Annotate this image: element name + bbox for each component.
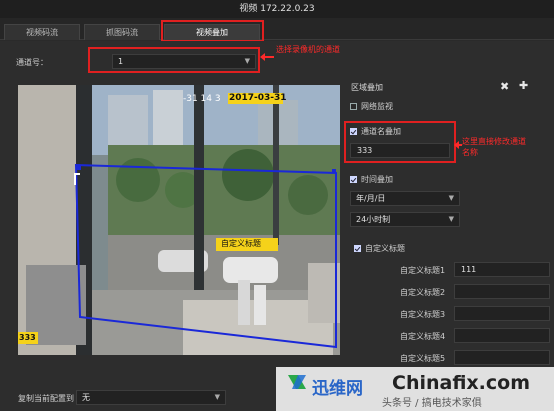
chevron-down-icon: ▼: [214, 393, 220, 401]
window-title: 视频 172.22.0.23: [0, 0, 554, 18]
time-format-value: 24小时制: [356, 215, 391, 224]
channel-name-label: 通道名叠加: [361, 127, 401, 136]
chevron-down-icon: ▼: [448, 215, 454, 223]
custom-title-checkbox[interactable]: [354, 245, 361, 252]
time-overlay-checkbox[interactable]: [350, 176, 357, 183]
tab-bar: 视频码流 抓图码流 视频叠加: [0, 18, 554, 40]
camera-scene-image: [18, 85, 340, 355]
custom-title-4-label: 自定义标题4: [400, 332, 446, 341]
chevron-down-icon: ▼: [448, 194, 454, 202]
channel-name-input[interactable]: 333: [350, 143, 450, 158]
channel-name-overlay[interactable]: 333: [19, 333, 36, 342]
date-format-select[interactable]: 年/月/日 ▼: [350, 191, 460, 206]
custom-title-2-input[interactable]: [454, 284, 550, 299]
video-preview: -31 14 3 2017-03-31 自定义标题 333: [18, 85, 340, 355]
network-monitor-label: 网络监视: [361, 102, 393, 111]
channel-select-value: 1: [118, 57, 124, 66]
close-icon[interactable]: ✖: [500, 80, 509, 93]
channel-select[interactable]: 1 ▼: [112, 54, 256, 69]
time-format-select[interactable]: 24小时制 ▼: [350, 212, 460, 227]
network-monitor-checkbox[interactable]: [350, 103, 357, 110]
watermark-sub-text: 头条号 / 搞电技术家俱: [382, 398, 482, 409]
copy-config-select[interactable]: 无 ▼: [76, 390, 226, 405]
timestamp-overlay[interactable]: 2017-03-31: [229, 93, 287, 103]
custom-title-3-label: 自定义标题3: [400, 310, 446, 319]
channel-name-annotation-line1: 这里直接修改通道: [462, 137, 526, 146]
custom-title-1-input[interactable]: 111: [454, 262, 550, 277]
add-icon[interactable]: ✚: [519, 79, 528, 92]
chevron-down-icon: ▼: [244, 57, 250, 65]
region-overlay-title: 区域叠加: [351, 83, 383, 92]
timestamp-partial-text: -31 14 3: [183, 94, 221, 104]
time-overlay-label: 时间叠加: [361, 175, 393, 184]
copy-config-value: 无: [82, 393, 90, 402]
custom-title-label: 自定义标题: [365, 244, 405, 253]
channel-label: 通道号：: [16, 58, 48, 67]
watermark-en-text: Chinafix.com: [392, 372, 531, 394]
custom-title-1-label: 自定义标题1: [400, 266, 446, 275]
custom-title-overlay[interactable]: 自定义标题: [221, 238, 261, 249]
date-format-value: 年/月/日: [356, 194, 386, 203]
tab-video-stream[interactable]: 视频码流: [4, 24, 80, 40]
chinafix-logo-icon: [288, 375, 306, 389]
tab-video-overlay[interactable]: 视频叠加: [164, 24, 260, 40]
channel-annotation: 选择录像机的通道: [276, 45, 340, 54]
copy-config-label: 复制当前配置到: [18, 394, 74, 403]
custom-title-5-label: 自定义标题5: [400, 354, 446, 363]
annotation-arrow-icon: [260, 53, 274, 61]
tab-snapshot-stream[interactable]: 抓图码流: [84, 24, 160, 40]
watermark-cn-text: 迅维网: [312, 379, 363, 399]
custom-title-5-input[interactable]: [454, 350, 550, 365]
custom-title-4-input[interactable]: [454, 328, 550, 343]
custom-title-3-input[interactable]: [454, 306, 550, 321]
channel-name-checkbox[interactable]: [350, 128, 357, 135]
channel-name-annotation-line2: 名称: [462, 148, 478, 157]
custom-title-2-label: 自定义标题2: [400, 288, 446, 297]
